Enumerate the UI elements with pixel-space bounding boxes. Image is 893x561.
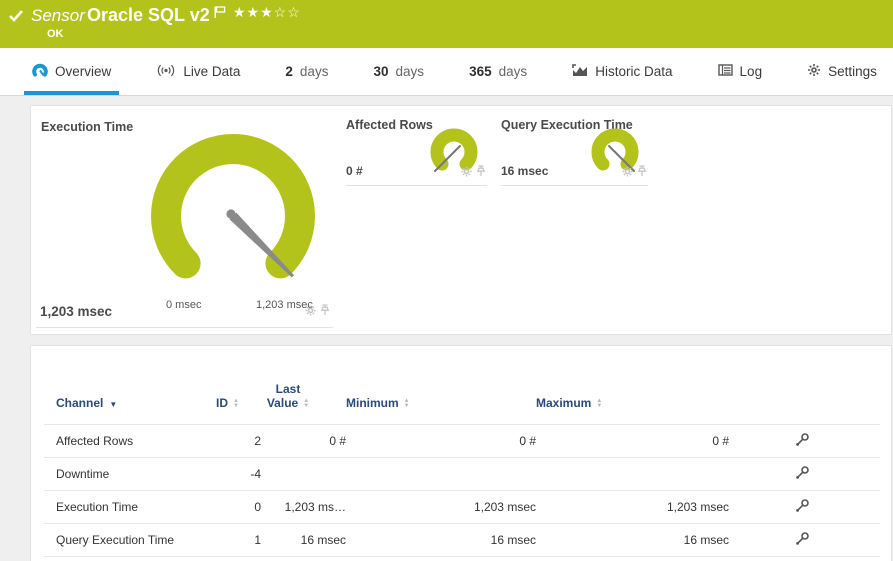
channel-name[interactable]: Query Execution Time: [44, 523, 216, 557]
tile-pin-icon[interactable]: [320, 303, 330, 321]
channel-maximum: 0 #: [536, 424, 729, 458]
tab-365-days[interactable]: 365 days: [461, 48, 535, 95]
prtg-sensor-page: Sensor Oracle SQL v2 ★★★☆☆ OK Overview L…: [0, 0, 893, 561]
table-row: Execution Time 0 1,203 ms… 1,203 msec 1,…: [44, 490, 880, 524]
gauge-tile-execution-time: Execution Time 0 msec 1,203 msec 1,203 m…: [36, 112, 333, 328]
gauge-tile-affected-rows: Affected Rows 0 #: [346, 112, 487, 186]
tab-2-days[interactable]: 2 days: [277, 48, 336, 95]
channel-last-value: [261, 457, 346, 491]
tab-30-days[interactable]: 30 days: [366, 48, 433, 95]
column-header-last-value[interactable]: Last Value ▲ ▼: [261, 372, 346, 425]
channel-minimum: 16 msec: [346, 523, 536, 557]
channel-maximum: 16 msec: [536, 523, 729, 557]
tab-live-data[interactable]: Live Data: [148, 48, 248, 95]
channel-last-value: 16 msec: [261, 523, 346, 557]
table-row: Query Execution Time 1 16 msec 16 msec 1…: [44, 523, 880, 557]
gauge-title: Execution Time: [41, 120, 134, 134]
channel-settings-icon[interactable]: [794, 465, 810, 484]
channel-id: 2: [216, 424, 261, 458]
tile-gear-icon[interactable]: [461, 164, 472, 182]
object-kind-label: Sensor: [31, 6, 85, 25]
gear-icon: [807, 63, 821, 80]
table-row: Affected Rows 2 0 # 0 # 0 #: [44, 424, 880, 458]
tab-overview[interactable]: Overview: [24, 48, 120, 95]
channel-id: 0: [216, 490, 261, 524]
channel-name[interactable]: Execution Time: [44, 490, 216, 524]
table-row: Downtime -4: [44, 457, 880, 491]
channel-settings-icon[interactable]: [794, 498, 810, 517]
gauge-tile-query-execution-time: Query Execution Time 16 msec: [501, 112, 648, 186]
channel-maximum: [536, 457, 729, 491]
channel-settings-icon[interactable]: [794, 531, 810, 550]
tile-gear-icon[interactable]: [622, 164, 633, 182]
live-data-icon: [156, 64, 176, 80]
tile-pin-icon[interactable]: [476, 164, 486, 182]
channels-panel: Channel ▼ ID ▲ ▼ Last Value ▲ ▼ Minimum ▲ ▼ Max…: [30, 345, 892, 561]
log-icon: [717, 64, 733, 79]
sensor-status-badge: OK: [47, 28, 64, 40]
sort-icon: ▲ ▼: [233, 397, 239, 409]
sort-desc-icon: ▼: [109, 400, 118, 409]
tab-bar: Overview Live Data 2 days 30 days 365 da…: [0, 48, 893, 96]
tile-gear-icon[interactable]: [305, 303, 316, 321]
channel-minimum: 1,203 msec: [346, 490, 536, 524]
priority-stars[interactable]: ★★★☆☆: [233, 4, 301, 21]
column-header-id[interactable]: ID ▲ ▼: [216, 372, 261, 425]
channel-id: 1: [216, 523, 261, 557]
sensor-title: Oracle SQL v2: [87, 5, 210, 25]
channel-last-value: 1,203 ms…: [261, 490, 346, 524]
gauge-title: Affected Rows: [346, 118, 433, 132]
channel-name[interactable]: Affected Rows: [44, 424, 216, 458]
tile-pin-icon[interactable]: [637, 164, 647, 182]
gauge-scale-min: 0 msec: [166, 299, 202, 311]
gauge-value: 1,203 msec: [40, 304, 113, 319]
execution-time-gauge: [151, 134, 315, 279]
gauge-icon: [32, 63, 48, 81]
channel-minimum: [346, 457, 536, 491]
sort-icon: ▲ ▼: [596, 397, 603, 409]
channel-name[interactable]: Downtime: [44, 457, 216, 491]
historic-data-icon: [572, 63, 588, 80]
channel-maximum: 1,203 msec: [536, 490, 729, 524]
channel-last-value: 0 #: [261, 424, 346, 458]
tab-historic-data[interactable]: Historic Data: [564, 48, 680, 95]
gauge-value: 16 msec: [501, 164, 549, 178]
sensor-header: Sensor Oracle SQL v2 ★★★☆☆ OK: [0, 0, 893, 48]
channels-table: Channel ▼ ID ▲ ▼ Last Value ▲ ▼ Minimum ▲ ▼ Max…: [44, 372, 880, 557]
sort-icon: ▲ ▼: [403, 397, 410, 409]
tab-settings[interactable]: Settings: [799, 48, 885, 95]
tab-log[interactable]: Log: [710, 48, 771, 95]
column-header-channel[interactable]: Channel ▼: [44, 372, 216, 425]
status-check-icon: [8, 8, 24, 29]
flag-icon[interactable]: [214, 6, 226, 24]
sort-icon: ▲ ▼: [303, 397, 310, 409]
gauges-panel: Execution Time 0 msec 1,203 msec 1,203 m…: [30, 105, 892, 335]
column-header-minimum[interactable]: Minimum ▲ ▼: [346, 372, 536, 425]
channel-id: -4: [216, 457, 261, 491]
gauge-value: 0 #: [346, 164, 363, 178]
channel-minimum: 0 #: [346, 424, 536, 458]
column-header-maximum[interactable]: Maximum ▲ ▼: [536, 372, 729, 425]
channel-settings-icon[interactable]: [794, 432, 810, 451]
